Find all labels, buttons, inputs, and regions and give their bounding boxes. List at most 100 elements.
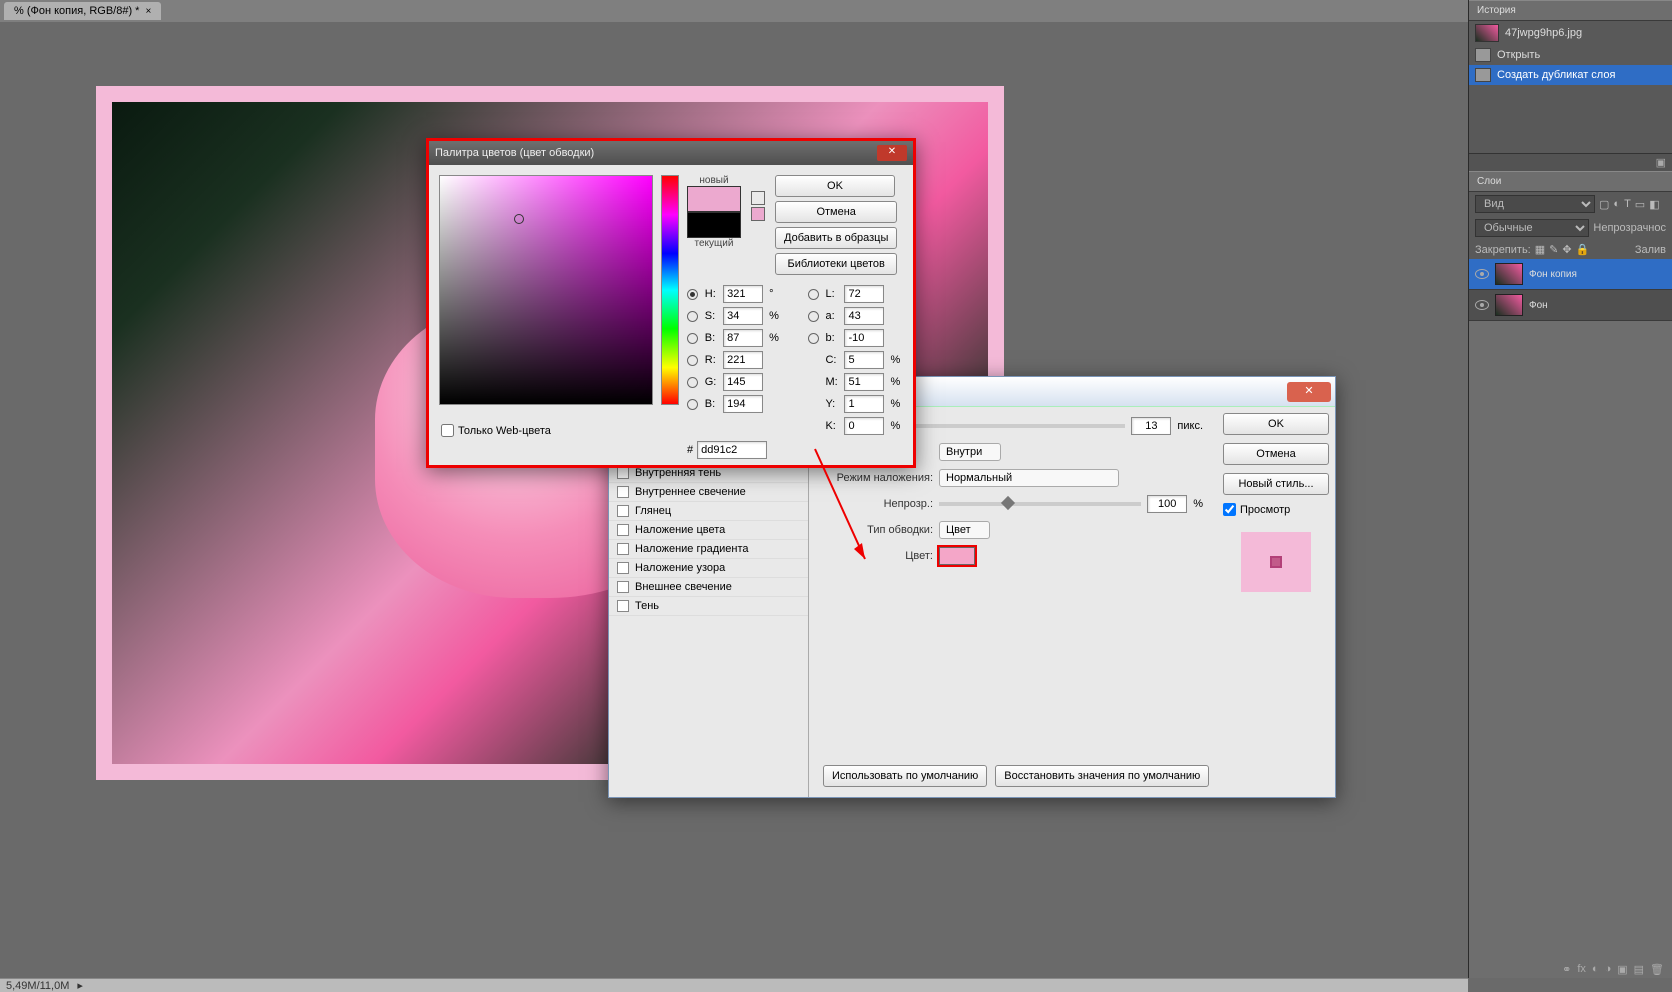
mask-icon[interactable]: ◐ [1592, 963, 1599, 975]
new-color-swatch[interactable] [687, 186, 741, 212]
effect-checkbox[interactable] [617, 524, 629, 536]
preview-checkbox[interactable]: Просмотр [1223, 503, 1329, 516]
close-icon[interactable]: ✕ [1287, 382, 1331, 402]
a-radio[interactable] [808, 311, 819, 322]
ok-button[interactable]: OK [775, 175, 895, 197]
effect-checkbox[interactable] [617, 562, 629, 574]
h-input[interactable] [723, 285, 763, 303]
layer-style-effect-item[interactable]: Тень [609, 597, 808, 616]
lock-position-icon[interactable]: ✥ [1562, 243, 1571, 256]
filter-smart-icon[interactable]: ◧ [1649, 198, 1659, 211]
bright-input[interactable] [723, 329, 763, 347]
layer-name[interactable]: Фон [1529, 300, 1548, 311]
effect-checkbox[interactable] [617, 486, 629, 498]
layer-style-effect-item[interactable]: Внутреннее свечение [609, 483, 808, 502]
lab-b-input[interactable] [844, 329, 884, 347]
r-radio[interactable] [687, 355, 698, 366]
layer-style-effect-item[interactable]: Наложение узора [609, 559, 808, 578]
stroke-color-swatch[interactable] [939, 547, 975, 565]
web-only-check-input[interactable] [441, 424, 454, 437]
blue-input[interactable] [723, 395, 763, 413]
bv-radio[interactable] [687, 399, 698, 410]
new-snapshot-icon[interactable]: ▣ [1656, 157, 1666, 169]
color-picker-titlebar[interactable]: Палитра цветов (цвет обводки) ✕ [429, 141, 913, 165]
reset-default-button[interactable]: Восстановить значения по умолчанию [995, 765, 1209, 787]
gamut-warning-icon[interactable] [751, 191, 765, 205]
layers-panel-header[interactable]: Слои [1469, 171, 1672, 192]
lock-transparent-icon[interactable]: ▦ [1535, 243, 1545, 256]
s-radio[interactable] [687, 311, 698, 322]
preview-check-input[interactable] [1223, 503, 1236, 516]
use-default-button[interactable]: Использовать по умолчанию [823, 765, 987, 787]
opacity-input[interactable] [1147, 495, 1187, 513]
b-radio[interactable] [687, 333, 698, 344]
layer-style-effect-item[interactable]: Наложение градиента [609, 540, 808, 559]
group-icon[interactable]: ▣ [1617, 963, 1627, 976]
websafe-icon[interactable] [751, 207, 765, 221]
history-step[interactable]: Создать дубликат слоя [1469, 65, 1672, 85]
opacity-slider[interactable] [939, 502, 1141, 506]
history-file-row[interactable]: 47jwpg9hp6.jpg [1469, 21, 1672, 45]
layer-style-effect-item[interactable]: Глянец [609, 502, 808, 521]
effect-checkbox[interactable] [617, 600, 629, 612]
visibility-icon[interactable] [1475, 269, 1489, 279]
ok-button[interactable]: OK [1223, 413, 1329, 435]
current-color-swatch[interactable] [687, 212, 741, 238]
history-step[interactable]: Открыть [1469, 45, 1672, 65]
document-tab[interactable]: % (Фон копия, RGB/8#) * × [4, 2, 161, 20]
position-select[interactable]: Внутри [939, 443, 1001, 461]
k-input[interactable] [844, 417, 884, 435]
hue-slider[interactable] [661, 175, 679, 405]
lock-brush-icon[interactable]: ✎ [1549, 243, 1558, 256]
layer-row[interactable]: Фон [1469, 290, 1672, 321]
c-input[interactable] [844, 351, 884, 369]
l-radio[interactable] [808, 289, 819, 300]
blend-mode-select[interactable]: Обычные [1475, 219, 1589, 237]
hex-input[interactable] [697, 441, 767, 459]
adjustment-icon[interactable]: ◑ [1605, 963, 1612, 975]
effect-label: Наложение цвета [635, 524, 725, 536]
layer-name[interactable]: Фон копия [1529, 269, 1577, 280]
lock-all-icon[interactable]: 🔒 [1576, 243, 1590, 256]
cancel-button[interactable]: Отмена [775, 201, 897, 223]
blend-mode-select[interactable]: Нормальный [939, 469, 1119, 487]
l-input[interactable] [844, 285, 884, 303]
history-panel-header[interactable]: История [1469, 0, 1672, 21]
layer-style-effect-item[interactable]: Внешнее свечение [609, 578, 808, 597]
lab-b-radio[interactable] [808, 333, 819, 344]
filter-shape-icon[interactable]: ▭ [1635, 198, 1645, 211]
trash-icon[interactable]: 🗑 [1650, 963, 1664, 976]
filter-text-icon[interactable]: T [1624, 198, 1631, 210]
h-radio[interactable] [687, 289, 698, 300]
layer-filter-select[interactable]: Вид [1475, 195, 1595, 213]
chevron-right-icon[interactable]: ▸ [77, 979, 83, 992]
a-input[interactable] [844, 307, 884, 325]
web-only-checkbox[interactable]: Только Web-цвета [441, 424, 551, 437]
effect-checkbox[interactable] [617, 581, 629, 593]
close-icon[interactable]: ✕ [877, 145, 907, 161]
visibility-icon[interactable] [1475, 300, 1489, 310]
cancel-button[interactable]: Отмена [1223, 443, 1329, 465]
filter-pixel-icon[interactable]: ▢ [1599, 198, 1609, 211]
layer-style-effect-item[interactable]: Наложение цвета [609, 521, 808, 540]
close-icon[interactable]: × [145, 6, 151, 17]
new-layer-icon[interactable]: ▤ [1634, 963, 1644, 976]
color-libraries-button[interactable]: Библиотеки цветов [775, 253, 897, 275]
new-style-button[interactable]: Новый стиль... [1223, 473, 1329, 495]
layer-row[interactable]: Фон копия [1469, 259, 1672, 290]
y-input[interactable] [844, 395, 884, 413]
size-input[interactable] [1131, 417, 1171, 435]
color-field[interactable] [439, 175, 653, 405]
fx-icon[interactable]: fx [1577, 963, 1586, 975]
r-input[interactable] [723, 351, 763, 369]
m-input[interactable] [844, 373, 884, 391]
g-input[interactable] [723, 373, 763, 391]
stroke-type-select[interactable]: Цвет [939, 521, 990, 539]
link-icon[interactable]: ⚭ [1562, 963, 1571, 976]
filter-adjust-icon[interactable]: ◐ [1613, 198, 1620, 210]
g-radio[interactable] [687, 377, 698, 388]
effect-checkbox[interactable] [617, 543, 629, 555]
effect-checkbox[interactable] [617, 505, 629, 517]
s-input[interactable] [723, 307, 763, 325]
add-swatch-button[interactable]: Добавить в образцы [775, 227, 897, 249]
